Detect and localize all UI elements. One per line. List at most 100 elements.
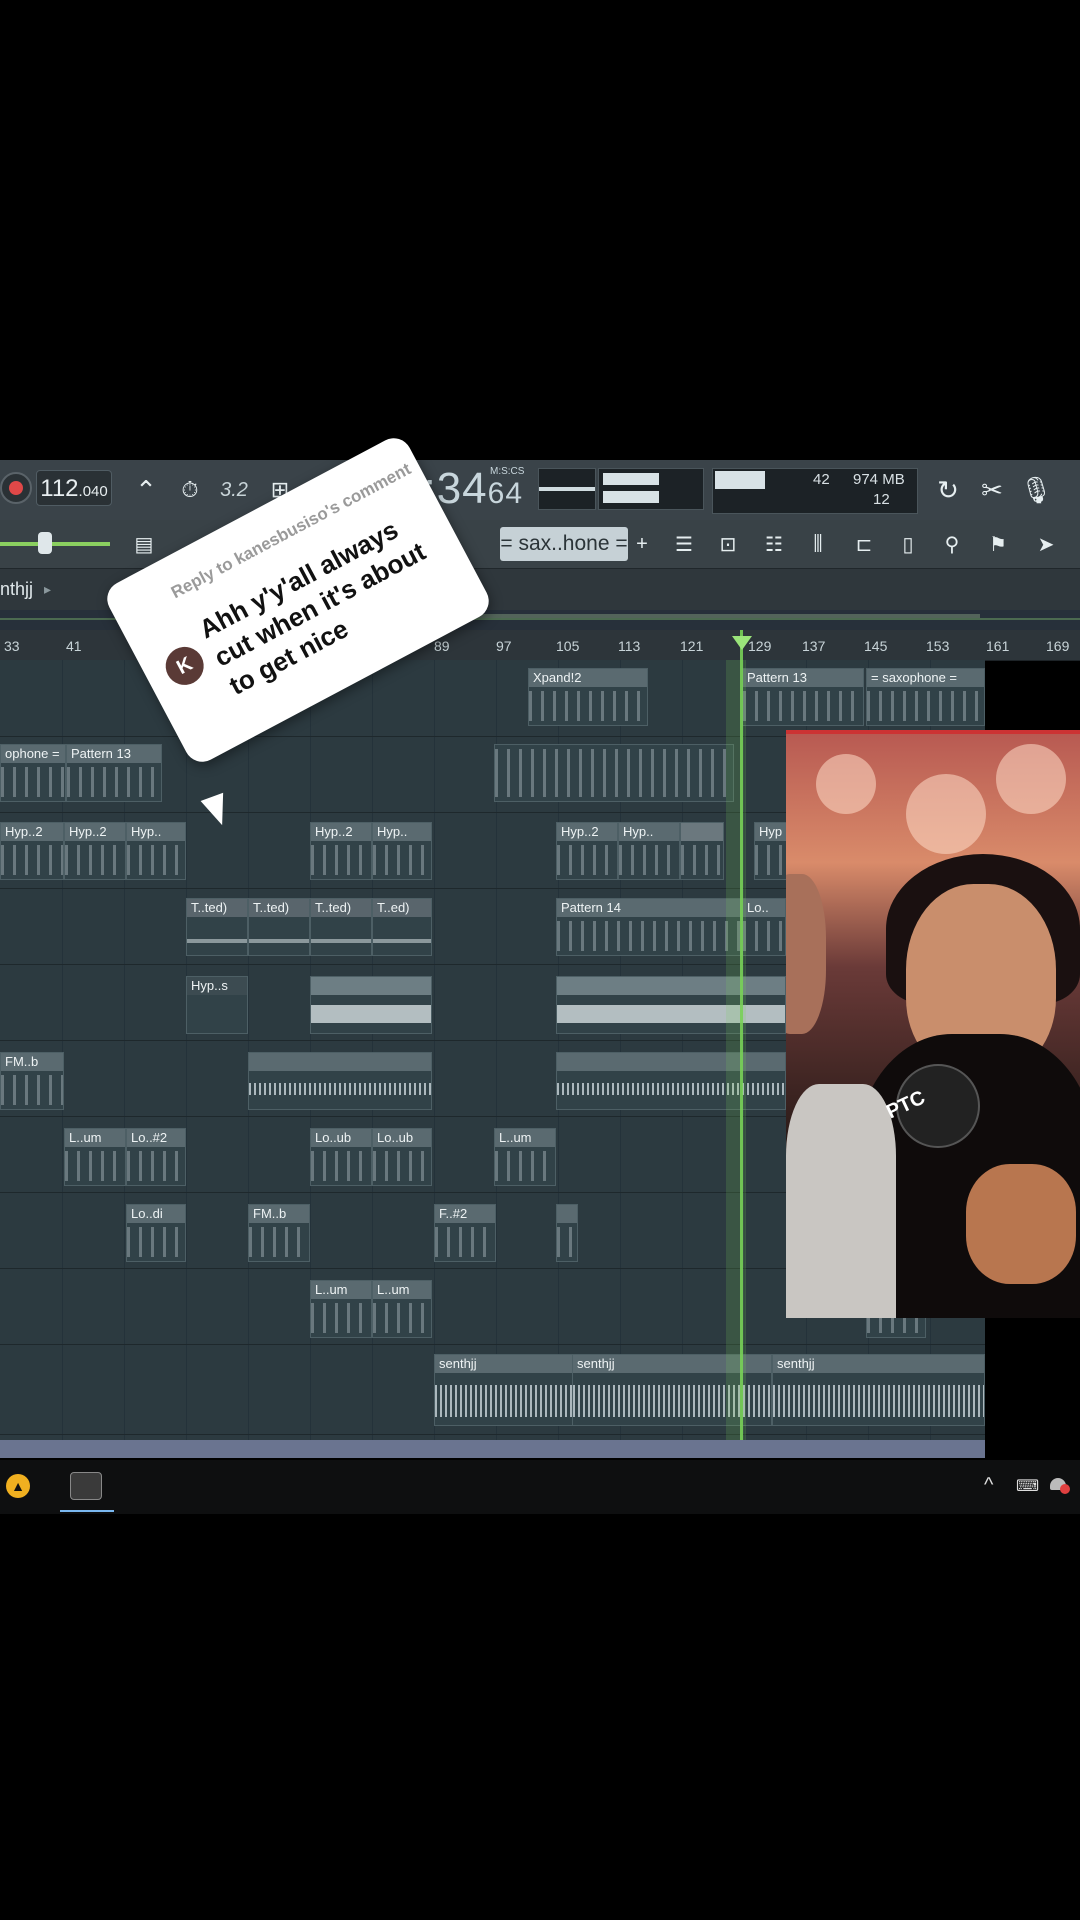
cpu-bar — [715, 471, 765, 489]
pattern-clip[interactable]: Lo..#2 — [126, 1128, 186, 1186]
tempo-display[interactable]: 112.040 — [36, 470, 112, 506]
pattern-clip[interactable]: Hyp.. — [618, 822, 680, 880]
playhead[interactable] — [740, 630, 743, 1440]
metronome-icon[interactable]: ⌃ — [128, 470, 164, 510]
pattern-clip[interactable]: Lo..ub — [372, 1128, 432, 1186]
pattern-clip[interactable]: Pattern 13 — [742, 668, 864, 726]
playlist-icon[interactable]: ☰ — [666, 524, 702, 564]
microphone-icon[interactable]: 🎙 — [1018, 470, 1054, 510]
audio-clip[interactable]: T..ted) — [310, 898, 372, 956]
wait-input-icon[interactable]: ⏱ — [172, 470, 208, 510]
clip-label: FM..b — [1, 1053, 63, 1071]
clip-label: T..ted) — [187, 899, 247, 917]
piano-roll-icon[interactable]: ▤ — [124, 524, 164, 564]
ruler-label: 113 — [618, 638, 641, 654]
refresh-icon[interactable]: ↻ — [930, 470, 966, 510]
clock-unit-label: M:S:CS — [490, 466, 525, 477]
playhead-region — [726, 660, 746, 1440]
ruler-label: 105 — [556, 638, 580, 654]
pattern-clip[interactable]: FM..b — [0, 1052, 64, 1110]
time-signature[interactable]: 3.2 — [214, 470, 254, 510]
pattern-clip[interactable]: FM..b — [248, 1204, 310, 1262]
pattern-clip[interactable]: L..um — [372, 1280, 432, 1338]
pattern-selector[interactable]: = sax..hone = — [500, 527, 628, 561]
audio-clip[interactable]: T..ed) — [372, 898, 432, 956]
ruler-label: 153 — [926, 638, 950, 654]
clip-label: T..ed) — [373, 899, 431, 917]
playhead-marker-icon[interactable] — [732, 636, 752, 650]
pattern-clip[interactable]: = saxophone = — [866, 668, 985, 726]
piano-roll-view-icon[interactable]: ⊡ — [710, 524, 746, 564]
pattern-clip[interactable]: L..um — [310, 1280, 372, 1338]
ruler-label: 169 — [1046, 638, 1070, 654]
audio-clip[interactable] — [556, 1052, 786, 1110]
ruler-label: 89 — [434, 638, 450, 654]
pattern-clip[interactable]: ophone = — [0, 744, 66, 802]
clip-label: Hyp..2 — [311, 823, 371, 841]
network-offline-icon[interactable] — [1050, 1476, 1070, 1494]
pattern-clip[interactable]: L..um — [64, 1128, 126, 1186]
pattern-clip[interactable]: Hyp..s — [186, 976, 248, 1034]
pattern-clip[interactable]: Hyp..2 — [0, 822, 64, 880]
active-app-indicator — [60, 1510, 114, 1512]
chevron-up-icon[interactable]: ^ — [984, 1474, 993, 1497]
clip-label: Pattern 13 — [743, 669, 863, 687]
add-pattern-button[interactable]: + — [628, 524, 656, 564]
horizontal-scrollbar[interactable] — [0, 1440, 985, 1458]
pattern-clip[interactable] — [310, 976, 432, 1034]
cpu-memory-panel: 42 974 MB 12 — [712, 468, 918, 514]
slider-knob[interactable] — [38, 532, 52, 554]
clip-label: Hyp..2 — [1, 823, 63, 841]
clip-label: Hyp..s — [187, 977, 247, 995]
audio-clip[interactable] — [248, 1052, 432, 1110]
pattern-clip[interactable]: Hyp..2 — [64, 822, 126, 880]
record-button[interactable] — [0, 472, 32, 504]
plugin-icon[interactable]: ⚲ — [934, 524, 970, 564]
audio-clip[interactable]: T..ted) — [248, 898, 310, 956]
project-file-icon[interactable]: ▯ — [890, 524, 926, 564]
cut-icon[interactable]: ✂ — [974, 470, 1010, 510]
pattern-clip[interactable]: Pattern 14 — [556, 898, 742, 956]
mixer-icon[interactable]: ⫼ — [800, 524, 836, 564]
clip-label: Hyp..2 — [557, 823, 617, 841]
keyboard-layout-icon[interactable]: ⌨ — [1016, 1476, 1039, 1496]
ruler-label: 137 — [802, 638, 826, 654]
pattern-clip[interactable]: L..um — [494, 1128, 556, 1186]
pattern-clip[interactable] — [556, 976, 786, 1034]
pattern-clip[interactable] — [494, 744, 734, 802]
playlist-title: nthjj — [0, 579, 34, 599]
browser-icon[interactable]: ⊏ — [846, 524, 882, 564]
clip-label: T..ted) — [249, 899, 309, 917]
clip-label: L..um — [65, 1129, 125, 1147]
pattern-clip[interactable]: Lo.. — [742, 898, 786, 956]
audio-clip[interactable]: senthjj — [772, 1354, 985, 1426]
pattern-clip[interactable]: Hyp..2 — [310, 822, 372, 880]
chevron-right-icon: ▸ — [44, 581, 52, 597]
pattern-clip[interactable]: Hyp..2 — [556, 822, 618, 880]
pattern-clip[interactable]: Lo..ub — [310, 1128, 372, 1186]
audio-clip[interactable]: T..ted) — [186, 898, 248, 956]
track-lane[interactable]: senthjj senthjj senthjj — [0, 1344, 985, 1435]
video-overlay: PTC — [786, 730, 1080, 1318]
pattern-clip[interactable]: Hyp.. — [372, 822, 432, 880]
pattern-clip[interactable]: Pattern 13 — [66, 744, 162, 802]
master-volume-slider[interactable] — [0, 532, 110, 554]
taskbar: ▲ ^ ⌨ — [0, 1460, 1080, 1514]
pattern-clip[interactable]: Xpand!2 — [528, 668, 648, 726]
pattern-clip[interactable] — [680, 822, 724, 880]
clip-label: L..um — [373, 1281, 431, 1299]
clip-label: ophone = — [1, 745, 65, 763]
clip-label: Hyp..2 — [65, 823, 125, 841]
pattern-clip[interactable]: Lo..di — [126, 1204, 186, 1262]
fl-studio-taskbar-icon[interactable] — [70, 1472, 102, 1500]
mic-stand-icon[interactable]: ⚑ — [980, 524, 1016, 564]
pattern-clip[interactable]: F..#2 — [434, 1204, 496, 1262]
channel-rack-icon[interactable]: ☷ — [756, 524, 792, 564]
clip-label: L..um — [495, 1129, 555, 1147]
app-launcher-icon[interactable]: ▲ — [6, 1474, 30, 1498]
send-icon[interactable]: ➤ — [1028, 524, 1064, 564]
pattern-clip[interactable] — [556, 1204, 578, 1262]
pattern-clip[interactable]: Hyp.. — [126, 822, 186, 880]
audio-clip[interactable]: senthjj — [434, 1354, 574, 1426]
clip-label: = saxophone = — [867, 669, 984, 687]
